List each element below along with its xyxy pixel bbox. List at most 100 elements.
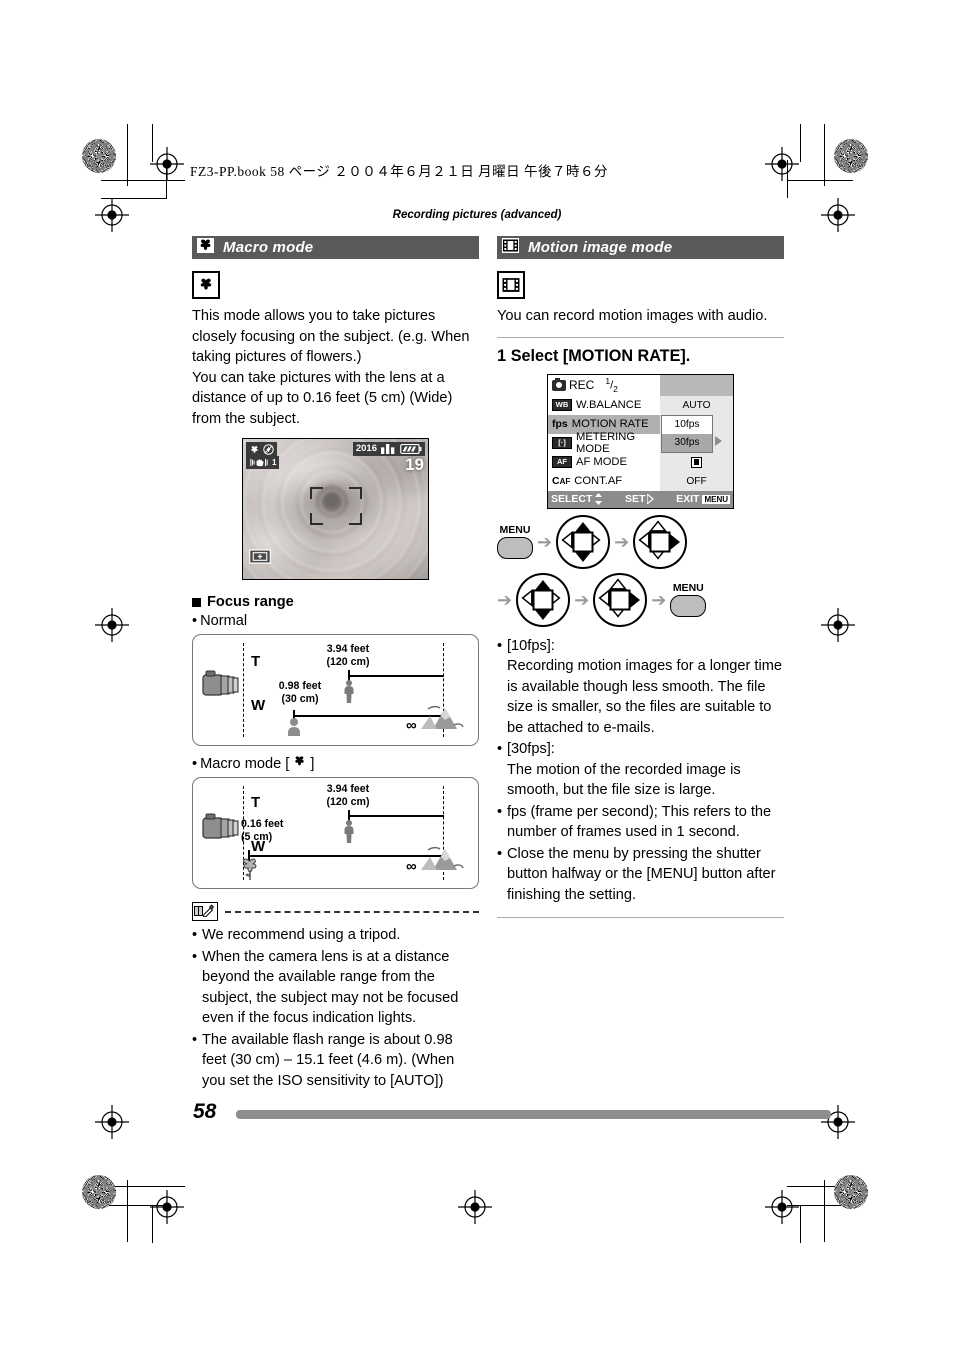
option-30fps[interactable]: 30fps	[662, 433, 712, 452]
menu-row-label: CONT.AF	[574, 475, 623, 487]
macro-notes-list: We recommend using a tripod. When the ca…	[192, 925, 479, 1091]
lcd-top-left-icons	[246, 442, 277, 457]
registration-mark	[458, 1190, 492, 1224]
motion-image-mode-icon	[497, 271, 525, 299]
cursor-pad-up-down-icon[interactable]	[516, 572, 571, 627]
af-tag-icon: AF	[552, 456, 572, 468]
image-stabilizer-icon: 1	[246, 456, 280, 469]
menu-button-icon[interactable]	[670, 595, 707, 617]
section-end-divider	[497, 917, 784, 918]
right-arrow-icon	[715, 435, 722, 446]
infinity-symbol: ∞	[406, 717, 417, 734]
list-item: fps (frame per second); This refers to t…	[497, 802, 784, 843]
list-item: The available flash range is about 0.98 …	[192, 1030, 479, 1092]
step-1-heading: 1 Select [MOTION RATE].	[497, 347, 784, 366]
menu-row-label: AF MODE	[576, 456, 627, 468]
macro-figure-label: • Macro mode [ ]	[192, 755, 315, 772]
registration-mark	[150, 1190, 184, 1224]
macro-label-text: Macro mode [	[200, 755, 290, 772]
running-head: Recording pictures (advanced)	[392, 209, 562, 221]
stabilizer-value: 1	[272, 457, 277, 467]
flash-off-icon	[263, 444, 274, 455]
page-current: 1	[605, 376, 611, 387]
motion-image-section-header: Motion image mode	[497, 236, 784, 259]
operation-flow-diagram: MENU ➔ ➔ ➔ ➔ ➔ MENU	[497, 514, 784, 627]
step-title-text: Select [MOTION RATE].	[510, 346, 691, 365]
tele-distance-feet: 3.94 feet	[326, 643, 370, 655]
focus-range-heading-text: Focus range	[207, 594, 294, 610]
battery-icon	[400, 444, 422, 454]
menu-page-indicator: 1/2	[605, 376, 618, 394]
menu-row-label: MOTION RATE	[571, 418, 649, 430]
wide-distance-feet: 0.98 feet	[278, 680, 322, 692]
mountain-icon	[421, 844, 465, 877]
menu-button-end[interactable]: MENU	[670, 582, 707, 617]
wide-distance-cm: (30 cm)	[281, 692, 319, 705]
right-arrow-icon	[647, 494, 655, 504]
person-icon	[340, 819, 358, 850]
macro-mode-title: Macro mode	[223, 239, 314, 256]
menu-row-wbalance[interactable]: WB W.BALANCE	[548, 396, 660, 415]
mountain-icon	[421, 703, 465, 736]
motion-image-intro: You can record motion images with audio.	[497, 308, 768, 324]
flower-icon	[240, 858, 260, 887]
menu-value-cont-af: OFF	[686, 475, 707, 487]
motion-notes-list: [10fps]: Recording motion images for a l…	[497, 636, 784, 906]
flow-row-2: ➔ ➔ ➔ MENU	[497, 572, 784, 627]
metering-tag-icon: [·]	[552, 437, 572, 449]
macro-paragraph-2: You can take pictures with the lens at a…	[192, 369, 453, 427]
registration-mark	[821, 608, 855, 642]
cursor-pad-right-icon[interactable]	[633, 514, 688, 569]
menu-button-icon[interactable]	[497, 537, 533, 559]
motion-image-title: Motion image mode	[528, 239, 673, 256]
print-burst-mark	[834, 1175, 868, 1209]
film-strip-icon	[502, 237, 519, 258]
up-down-arrows-icon	[595, 493, 603, 505]
menu-values-column: AUTO OFF 10fps 30fps	[660, 395, 733, 491]
page-number: 58	[193, 1100, 217, 1123]
fps-tag-icon: fps	[552, 418, 568, 430]
step-number: 1	[497, 346, 507, 365]
macro-indicator-icon	[246, 442, 277, 457]
cursor-pad-right-icon[interactable]	[593, 572, 648, 627]
registration-mark	[95, 1105, 129, 1139]
cursor-pad-up-down-icon[interactable]	[556, 514, 611, 569]
macro-flower-icon	[197, 237, 214, 258]
note-30fps-body: The motion of the recorded image is smoo…	[507, 761, 741, 799]
resolution-value: 2016	[355, 443, 377, 455]
macro-label-end: ]	[310, 755, 315, 772]
macro-mode-column: Macro mode This mode allows you to take …	[192, 236, 479, 1091]
list-item: [10fps]: Recording motion images for a l…	[497, 636, 784, 739]
af-mode-1area-icon	[691, 456, 702, 468]
memo-divider	[192, 902, 479, 921]
registration-mark	[95, 608, 129, 642]
lcd-top-right-status: 2016	[352, 442, 425, 456]
menu-footer-bar: SELECT SET EXIT MENU	[548, 490, 733, 508]
set-label: SET	[625, 493, 646, 505]
normal-figure-label: • Normal	[192, 613, 248, 629]
camera-menu-screen[interactable]: REC 1/2 WB W.BALANCE fps MOTION RATE [·]	[547, 373, 734, 509]
tele-distance-cm: (120 cm)	[326, 795, 370, 808]
flow-arrow-icon: ➔	[614, 531, 630, 552]
focus-range-figure-normal: T W 3.94 feet (120 cm) 0.98 feet (30 cm)…	[192, 634, 479, 746]
wide-distance-label: 0.16 feet (5 cm)	[241, 818, 317, 843]
option-10fps[interactable]: 10fps	[662, 416, 712, 434]
macro-mode-icon	[192, 271, 220, 299]
menu-row-metering-mode[interactable]: [·] METERING MODE	[548, 431, 660, 455]
menu-row-cont-af[interactable]: CAF CONT.AF	[548, 472, 660, 491]
wb-tag-icon: WB	[552, 399, 572, 411]
note-30fps-label: [30fps]:	[507, 741, 555, 757]
macro-paragraph-1: This mode allows you to take pictures cl…	[192, 308, 470, 365]
registration-mark	[765, 1190, 799, 1224]
menu-row-af-mode[interactable]: AF AF MODE	[548, 453, 660, 472]
motion-rate-options-popup[interactable]: 10fps 30fps	[661, 414, 713, 453]
note-10fps-label: [10fps]:	[507, 637, 555, 654]
list-item: When the camera lens is at a distance be…	[192, 947, 479, 1029]
exit-menu-button-badge: MENU	[702, 494, 730, 504]
flow-arrow-icon: ➔	[497, 589, 513, 610]
menu-button-start[interactable]: MENU	[497, 524, 533, 559]
menu-button-label: MENU	[499, 524, 531, 536]
macro-flower-icon	[292, 755, 307, 772]
af-frame-icon	[309, 486, 362, 525]
tele-label: T	[251, 653, 261, 670]
